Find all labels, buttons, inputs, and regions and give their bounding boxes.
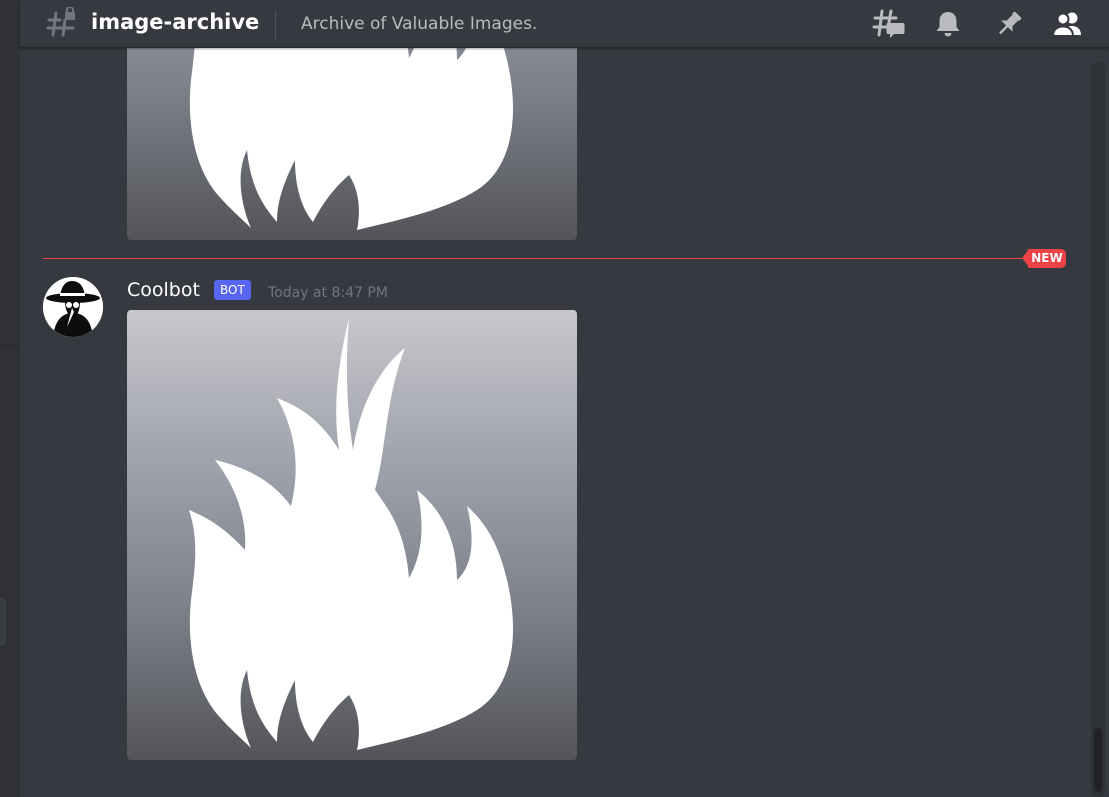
previous-image-attachment[interactable] xyxy=(127,48,577,240)
threads-button[interactable] xyxy=(872,8,906,40)
flame-image xyxy=(189,318,514,750)
scrollbar-track[interactable] xyxy=(1091,62,1105,797)
discord-app: image-archive Archive of Valuable Images… xyxy=(0,0,1109,797)
plague-doctor-avatar xyxy=(43,277,103,337)
pinned-messages-button[interactable] xyxy=(992,8,1026,40)
scrollbar-thumb[interactable] xyxy=(1094,728,1102,792)
header-separator xyxy=(275,10,276,40)
locked-channel-icon xyxy=(46,7,75,37)
bot-tag: BOT xyxy=(214,280,251,300)
sidebar-divider xyxy=(0,345,20,346)
flame-image xyxy=(189,48,514,230)
channel-name: image-archive xyxy=(91,10,260,34)
new-messages-label: NEW xyxy=(1031,251,1063,265)
pin-icon xyxy=(999,11,1022,35)
member-list-button[interactable] xyxy=(1051,8,1085,40)
sidebar-resize-handle[interactable] xyxy=(0,598,6,646)
new-messages-divider xyxy=(43,258,1023,259)
channel-header: image-archive Archive of Valuable Images… xyxy=(20,0,1109,48)
bell-icon xyxy=(936,12,960,37)
avatar[interactable] xyxy=(43,277,103,337)
image-attachment[interactable] xyxy=(127,310,577,760)
new-messages-badge: NEW xyxy=(1022,249,1066,268)
notifications-button[interactable] xyxy=(931,8,965,40)
message-list: NEW Coolbot BOT Today at 8:47 PM xyxy=(20,48,1090,797)
channel-sidebar-edge xyxy=(0,0,20,797)
channel-topic[interactable]: Archive of Valuable Images. xyxy=(301,12,537,36)
message-timestamp: Today at 8:47 PM xyxy=(268,285,388,301)
threads-icon xyxy=(872,9,905,38)
message-author[interactable]: Coolbot xyxy=(127,278,200,302)
member-list-icon xyxy=(1052,12,1081,37)
